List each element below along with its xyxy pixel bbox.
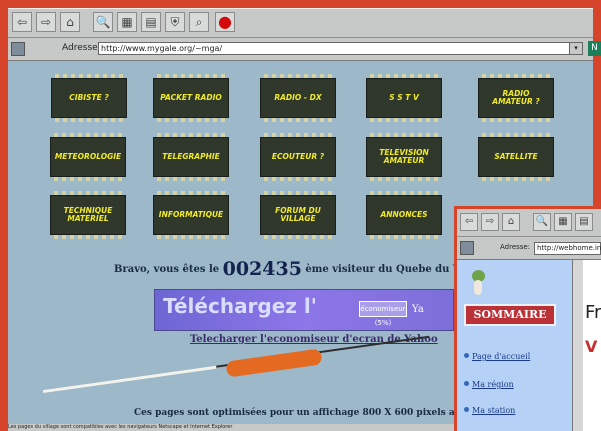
inner-url-text: http://webhome.inf <box>537 244 601 252</box>
images-button[interactable]: ▦ <box>117 12 137 32</box>
security-button[interactable]: ⛨ <box>165 12 185 32</box>
page-icon <box>11 42 25 56</box>
url-dropdown-icon[interactable]: ▾ <box>569 43 582 54</box>
find-button[interactable]: ⌕ <box>189 12 209 32</box>
chip-link-television-amateur[interactable]: TELEVISION AMATEUR <box>366 133 442 181</box>
banner-box: économiseur (5%) <box>359 301 407 327</box>
inner-home-button[interactable]: ⌂ <box>502 213 520 231</box>
inner-address-label: Adresse: <box>500 243 531 251</box>
chip-link-technique-materiel[interactable]: TECHNIQUE MATERIEL <box>50 191 126 239</box>
visitor-count: 002435 <box>222 258 302 280</box>
chip-link-radio-amateur[interactable]: RADIO AMATEUR ? <box>478 74 554 122</box>
inner-forward-button[interactable]: ⇨ <box>481 213 499 231</box>
address-label: Adresse: <box>62 43 101 53</box>
stop-button[interactable]: ● <box>215 12 235 32</box>
browser-toolbar: ⇦ ⇨ ⌂ 🔍 ▦ ▤ ⛨ ⌕ ● <box>8 8 593 38</box>
inner-main-panel: Fr V <box>583 260 601 431</box>
inner-page-icon <box>460 241 474 255</box>
outer-browser-window: ⇦ ⇨ ⌂ 🔍 ▦ ▤ ⛨ ⌕ ● Adresse: http://www.my… <box>0 0 601 431</box>
sidebar-link-ma-region[interactable]: Ma région <box>464 380 514 389</box>
download-banner[interactable]: Téléchargez l' économiseur (5%) Ya <box>154 289 454 331</box>
url-field[interactable]: http://www.mygale.org/~mga/ ▾ <box>98 42 583 55</box>
inner-address-bar: Adresse: http://webhome.inf <box>457 238 601 260</box>
print-button[interactable]: ▤ <box>141 12 161 32</box>
sommaire-button[interactable]: SOMMAIRE <box>464 304 556 326</box>
inner-print-button[interactable]: ▤ <box>575 213 593 231</box>
chip-link-ecouteur[interactable]: ECOUTEUR ? <box>260 133 336 181</box>
inner-toolbar: ⇦ ⇨ ⌂ 🔍 ▦ ▤ <box>457 209 601 237</box>
chip-link-satellite[interactable]: SATELLITE <box>478 133 554 181</box>
inner-url-field[interactable]: http://webhome.inf <box>534 242 601 255</box>
sidebar-link-page-accueil[interactable]: Page d'accueil <box>464 352 530 361</box>
optimized-notice: Ces pages sont optimisées pour un affich… <box>134 408 503 418</box>
inner-main-letter: V <box>585 337 598 356</box>
soldering-iron-handle <box>225 348 323 378</box>
chip-link-radio-dx[interactable]: RADIO - DX <box>260 74 336 122</box>
chip-link-sstv[interactable]: S S T V <box>366 74 442 122</box>
visitor-prefix: Bravo, vous êtes le <box>114 264 220 275</box>
chip-link-packet-radio[interactable]: PACKET RADIO <box>153 74 229 122</box>
forward-button[interactable]: ⇨ <box>36 12 56 32</box>
inner-images-button[interactable]: ▦ <box>554 213 572 231</box>
inner-main-text: Fr <box>585 302 601 323</box>
search-button[interactable]: 🔍 <box>93 12 113 32</box>
back-button[interactable]: ⇦ <box>12 12 32 32</box>
banner-brand: Ya <box>412 304 424 315</box>
chip-link-telegraphie[interactable]: TELEGRAPHIE <box>153 133 229 181</box>
chip-link-informatique[interactable]: INFORMATIQUE <box>153 191 229 239</box>
home-button[interactable]: ⌂ <box>60 12 80 32</box>
chip-link-annonces[interactable]: ANNONCES <box>366 191 442 239</box>
soldering-iron-tip <box>42 365 217 393</box>
mascot-icon <box>468 270 488 296</box>
inner-browser-window: ⇦ ⇨ ⌂ 🔍 ▦ ▤ Adresse: http://webhome.inf … <box>454 206 601 431</box>
chip-link-cibiste[interactable]: CIBISTE ? <box>51 74 127 122</box>
inner-sidebar: SOMMAIRE Page d'accueil Ma région Ma sta… <box>457 260 572 431</box>
url-text: http://www.mygale.org/~mga/ <box>101 44 223 53</box>
inner-back-button[interactable]: ⇦ <box>460 213 478 231</box>
banner-title: Téléchargez l' <box>163 294 317 318</box>
chip-link-forum-du-village[interactable]: FORUM DU VILLAGE <box>260 191 336 239</box>
inner-search-button[interactable]: 🔍 <box>533 213 551 231</box>
sidebar-link-ma-station[interactable]: Ma station <box>464 406 515 415</box>
address-bar: Adresse: http://www.mygale.org/~mga/ ▾ N <box>8 38 601 61</box>
go-button[interactable]: N <box>588 41 601 56</box>
chip-link-meteorologie[interactable]: METEOROLOGIE <box>50 133 126 181</box>
